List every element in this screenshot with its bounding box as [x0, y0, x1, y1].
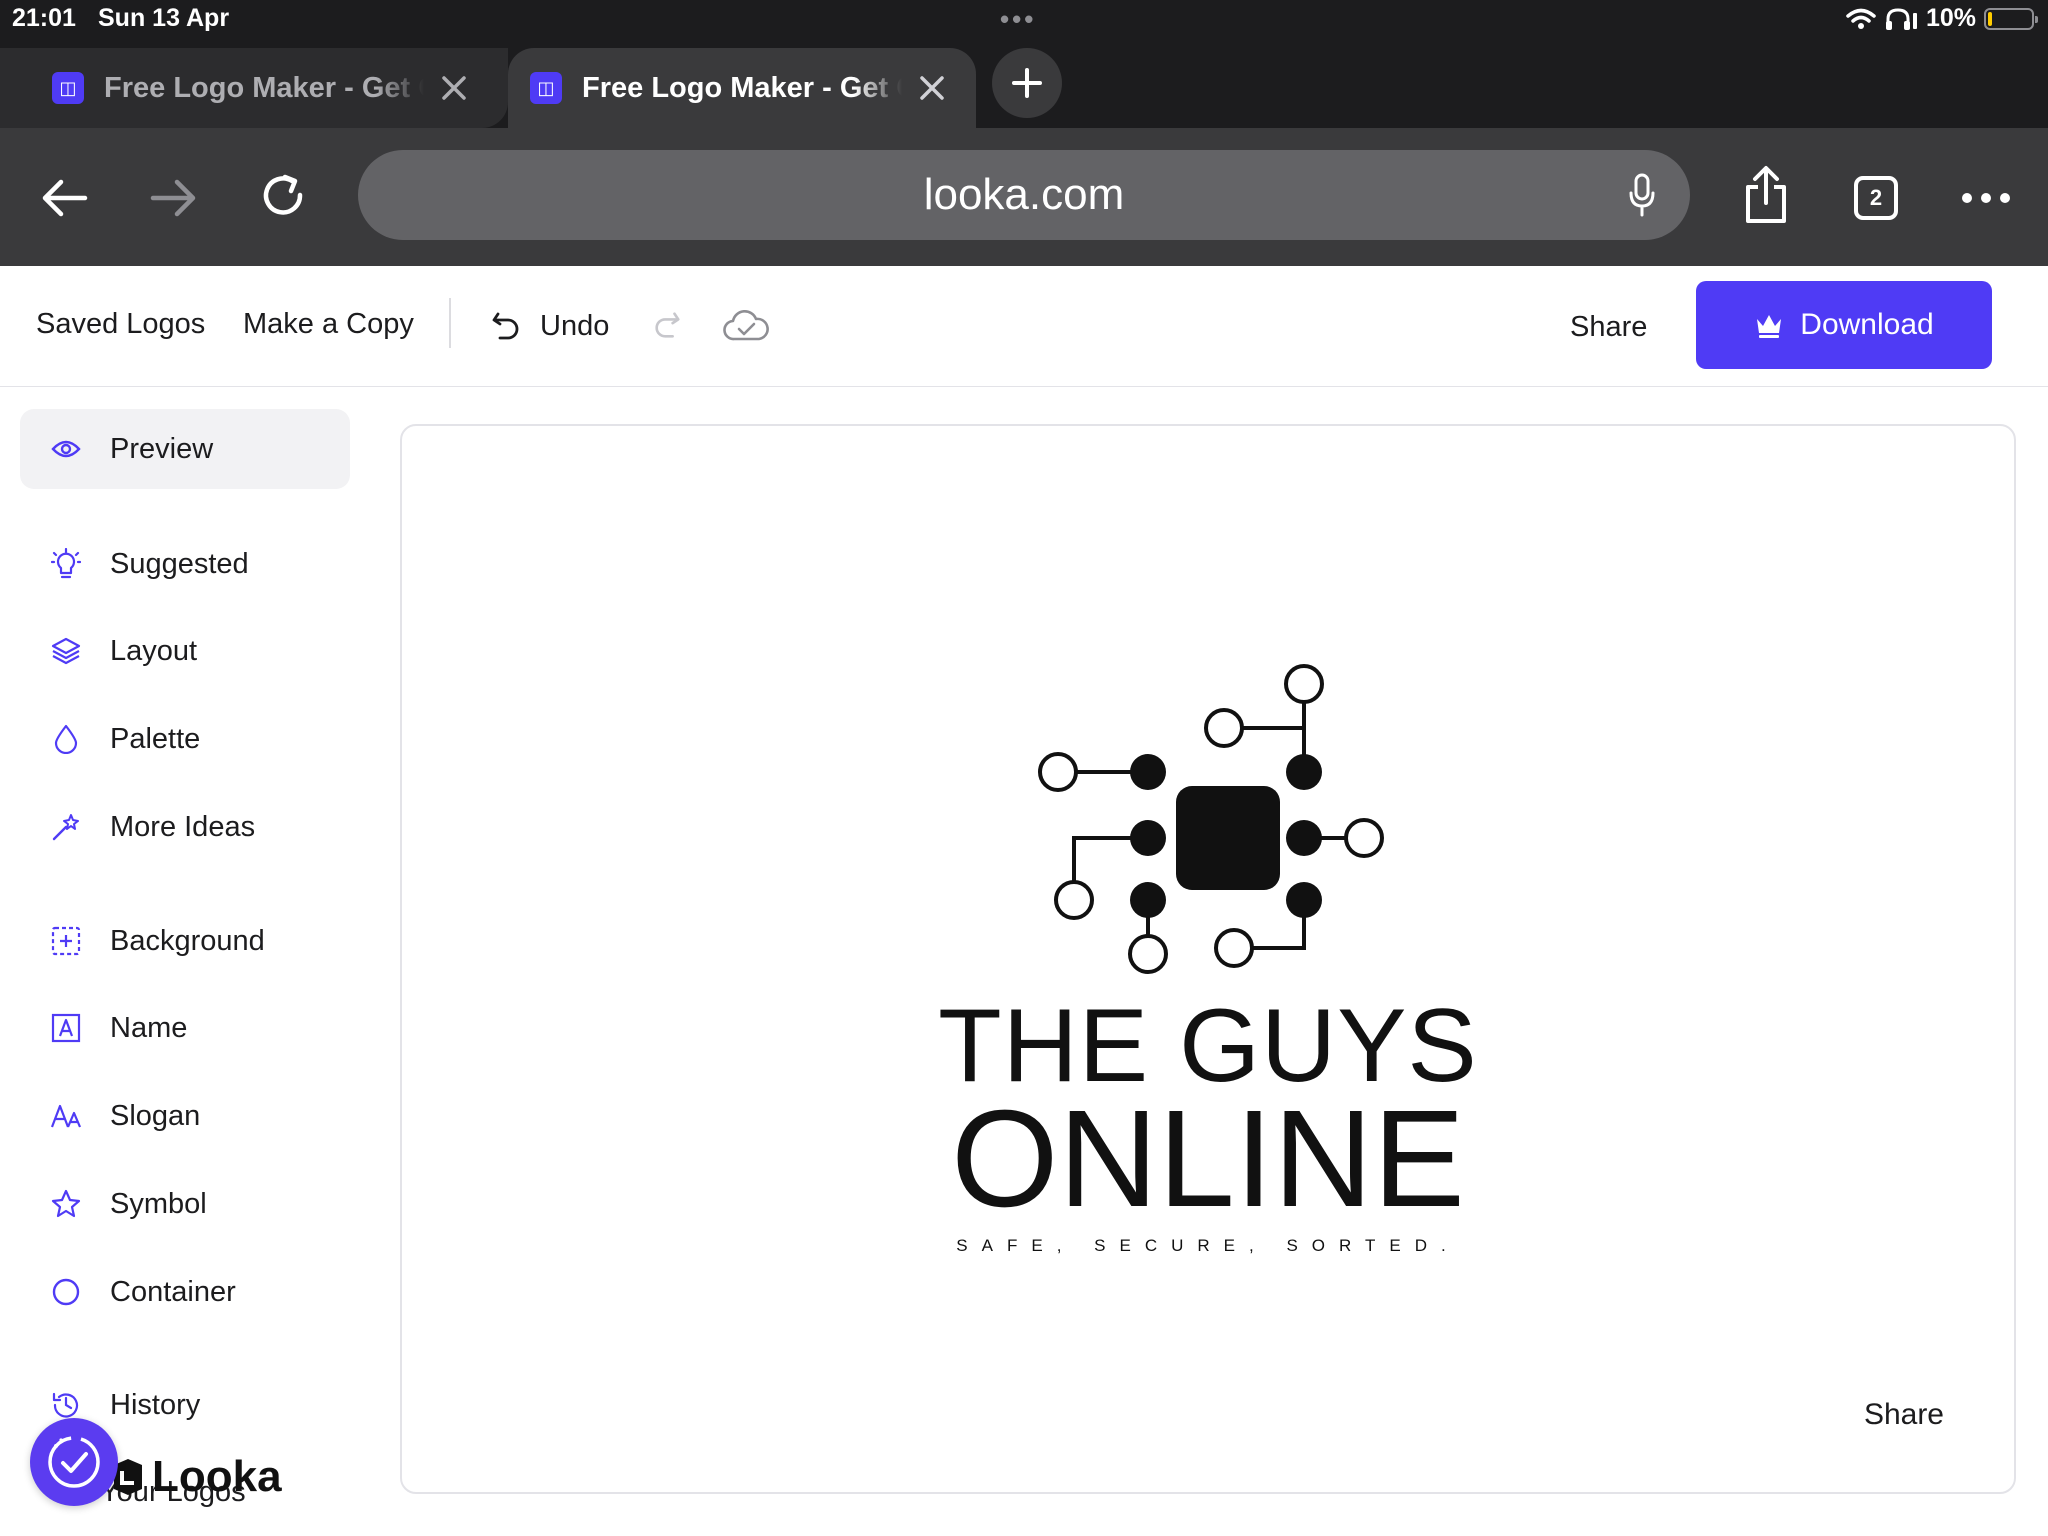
looka-logo: Looka	[108, 1452, 282, 1502]
plus-icon	[1012, 68, 1042, 98]
browser-toolbar: looka.com 2	[0, 128, 2048, 266]
status-time: 21:01	[12, 4, 76, 32]
tab-overview-button[interactable]: 2	[1848, 170, 1904, 226]
status-indicators: 10%	[1846, 4, 2038, 33]
tab-count: 2	[1854, 176, 1898, 220]
close-tab-icon[interactable]	[434, 68, 474, 108]
sidebar-item-palette[interactable]: Palette	[20, 699, 350, 779]
sidebar-item-more-ideas[interactable]: More Ideas	[20, 787, 350, 867]
looka-brand-text: Looka	[152, 1452, 282, 1501]
looka-favicon-icon: ◫	[530, 72, 562, 104]
history-icon	[50, 1389, 82, 1421]
logo-name-line-2[interactable]: ONLINE	[402, 1090, 2014, 1228]
browser-tab-1[interactable]: ◫ Free Logo Maker - Get Custom Logos	[0, 48, 508, 128]
circuit-chip-icon[interactable]	[1026, 662, 1386, 982]
redo-icon	[655, 312, 680, 338]
undo-label: Undo	[540, 309, 610, 342]
eye-icon	[50, 433, 82, 465]
droplet-icon	[50, 723, 82, 755]
lightbulb-icon	[50, 548, 82, 580]
address-bar[interactable]: looka.com	[358, 150, 1690, 240]
battery-percent: 10%	[1925, 4, 1976, 32]
sidebar-item-label: Suggested	[110, 547, 249, 580]
sidebar-item-container[interactable]: Container	[20, 1252, 350, 1332]
sidebar-item-label: Layout	[110, 634, 198, 667]
undo-icon	[492, 312, 519, 340]
reload-icon	[263, 174, 303, 215]
name-icon	[50, 1012, 82, 1044]
cloud-check-icon	[723, 309, 769, 341]
sidebar-item-label: Preview	[110, 432, 214, 465]
redo-button[interactable]	[650, 308, 684, 342]
cloud-saved-indicator	[722, 306, 770, 346]
sidebar-item-label: Background	[110, 924, 265, 957]
sidebar-item-name[interactable]: Name	[20, 988, 350, 1068]
download-button[interactable]: Download	[1696, 281, 1992, 369]
download-label: Download	[1800, 308, 1934, 341]
wifi-icon	[1846, 8, 1876, 29]
forward-button[interactable]	[146, 170, 202, 226]
status-date: Sun 13 Apr	[98, 4, 230, 32]
sidebar-item-label: Container	[110, 1275, 236, 1308]
header-divider	[449, 298, 451, 348]
crown-icon	[1757, 315, 1782, 338]
sidebar-item-label: More Ideas	[110, 810, 256, 843]
headphones-icon	[1885, 7, 1917, 30]
new-tab-button[interactable]	[992, 48, 1062, 118]
share-icon	[1746, 166, 1786, 223]
arrow-right-icon	[150, 179, 196, 217]
editor-header: Saved Logos Make a Copy Undo Share Downl…	[0, 266, 2048, 387]
browser-chrome: 21:01 Sun 13 Apr ••• 10% ◫ Free Logo Mak…	[0, 0, 2048, 128]
sidebar-item-symbol[interactable]: Symbol	[20, 1164, 350, 1244]
tab-title: Free Logo Maker - Get Custom Logos	[582, 71, 902, 104]
logo-slogan[interactable]: SAFE, SECURE, SORTED.	[402, 1236, 2014, 1256]
share-button[interactable]: Share	[1570, 311, 1647, 344]
sidebar-item-label: Name	[110, 1011, 188, 1044]
share-sheet-button[interactable]	[1738, 162, 1794, 228]
back-button[interactable]	[36, 170, 92, 226]
saved-logos-button[interactable]: Saved Logos	[36, 308, 205, 341]
magic-wand-icon	[50, 811, 82, 843]
arrow-left-icon	[42, 179, 88, 217]
check-badge-icon	[48, 1436, 100, 1488]
more-menu-button[interactable]	[1956, 170, 2016, 226]
canvas-share-button[interactable]: Share	[1864, 1398, 1944, 1432]
multitasking-dots[interactable]: •••	[1000, 4, 1036, 35]
sidebar-item-background[interactable]: Background	[20, 901, 350, 981]
sidebar-item-label: Symbol	[110, 1187, 207, 1220]
sidebar-item-label: Slogan	[110, 1099, 201, 1132]
slogan-icon	[50, 1100, 82, 1132]
sidebar-item-slogan[interactable]: Slogan	[20, 1076, 350, 1156]
looka-favicon-icon: ◫	[52, 72, 84, 104]
sidebar-item-layout[interactable]: Layout	[20, 611, 350, 691]
sidebar-item-label: History	[110, 1388, 201, 1421]
battery-icon	[1984, 7, 2038, 30]
make-copy-button[interactable]: Make a Copy	[243, 308, 414, 341]
undo-button[interactable]: Undo	[490, 306, 609, 346]
microphone-button[interactable]	[1622, 172, 1662, 218]
circle-icon	[50, 1276, 82, 1308]
floating-help-button[interactable]	[30, 1418, 118, 1506]
url-text: looka.com	[923, 170, 1125, 219]
browser-tab-2[interactable]: ◫ Free Logo Maker - Get Custom Logos	[508, 48, 976, 128]
layers-icon	[50, 635, 82, 667]
microphone-icon	[1629, 173, 1655, 217]
more-icon	[1962, 193, 2010, 203]
sidebar-item-suggested[interactable]: Suggested	[20, 524, 350, 604]
background-icon	[50, 925, 82, 957]
tab-title: Free Logo Maker - Get Custom Logos	[104, 71, 424, 104]
close-tab-icon[interactable]	[912, 68, 952, 108]
reload-button[interactable]	[256, 168, 312, 224]
star-icon	[50, 1188, 82, 1220]
sidebar-item-preview[interactable]: Preview	[20, 409, 350, 489]
logo-preview-canvas: THE GUYS ONLINE SAFE, SECURE, SORTED. Sh…	[400, 424, 2016, 1494]
sidebar-item-label: Palette	[110, 722, 201, 755]
